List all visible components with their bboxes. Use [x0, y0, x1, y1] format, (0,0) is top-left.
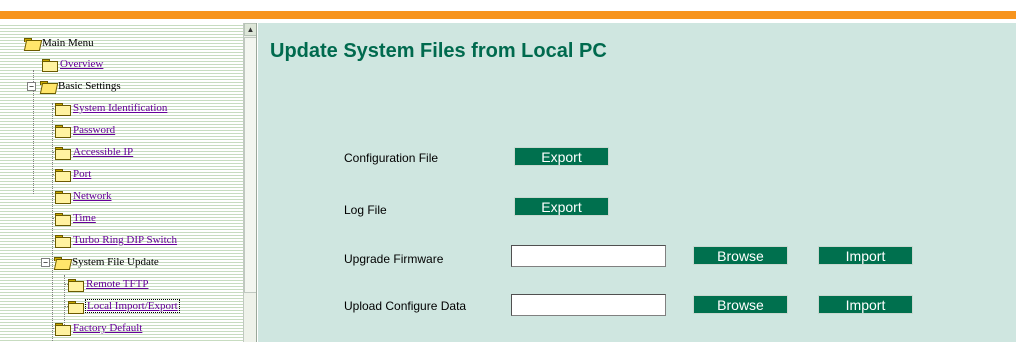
- tree-item-main-menu[interactable]: Main Menu: [24, 35, 94, 51]
- tree-link[interactable]: Overview: [60, 58, 103, 70]
- tree-link[interactable]: Remote TFTP: [86, 278, 148, 290]
- configuration-file-label: Configuration File: [344, 151, 439, 165]
- folder-icon: [42, 58, 58, 72]
- folder-icon: [55, 124, 71, 138]
- tree-link-selected[interactable]: Local Import/Export: [85, 299, 180, 313]
- tree-link[interactable]: Turbo Ring DIP Switch: [73, 234, 177, 246]
- tree-item-turbo-ring-dip-switch[interactable]: Turbo Ring DIP Switch: [55, 232, 177, 248]
- tree-item-overview[interactable]: Overview: [42, 56, 103, 72]
- open-folder-icon: [40, 80, 55, 92]
- open-folder-icon: [54, 256, 69, 268]
- scroll-up-icon[interactable]: ▲: [244, 23, 256, 36]
- tree-scrollbar[interactable]: ▲: [243, 23, 256, 342]
- navigation-tree-panel: Main Menu Overview − Basic Settings Syst…: [0, 23, 257, 342]
- upgrade-firmware-label: Upgrade Firmware: [344, 252, 444, 266]
- tree-item-port[interactable]: Port: [55, 166, 91, 182]
- page-title: Update System Files from Local PC: [270, 40, 607, 62]
- export-log-button[interactable]: Export: [514, 197, 609, 216]
- collapse-toggle-icon[interactable]: −: [41, 257, 50, 267]
- navigation-tree: Main Menu Overview − Basic Settings Syst…: [0, 23, 243, 342]
- tree-item-remote-tftp[interactable]: Remote TFTP: [68, 276, 148, 292]
- tree-item-password[interactable]: Password: [55, 122, 115, 138]
- orange-accent-bar: [0, 11, 1016, 19]
- firmware-file-field[interactable]: [511, 245, 666, 267]
- tree-item-accessible-ip[interactable]: Accessible IP: [55, 144, 133, 160]
- browse-firmware-button[interactable]: Browse: [693, 246, 788, 265]
- tree-item-label: Basic Settings: [58, 80, 121, 92]
- browse-config-button[interactable]: Browse: [693, 295, 788, 314]
- tree-link[interactable]: Time: [73, 212, 96, 224]
- main-content: Update System Files from Local PC Config…: [258, 23, 1016, 342]
- tree-link[interactable]: Password: [73, 124, 115, 136]
- folder-icon: [55, 168, 71, 182]
- open-folder-icon: [24, 37, 39, 49]
- tree-link[interactable]: Accessible IP: [73, 146, 133, 158]
- folder-icon: [55, 322, 71, 336]
- tree-item-local-import-export[interactable]: Local Import/Export: [68, 298, 180, 314]
- log-file-label: Log File: [344, 203, 387, 217]
- folder-icon: [55, 212, 71, 226]
- tree-link[interactable]: Factory Default: [73, 322, 142, 334]
- folder-icon: [55, 234, 71, 248]
- tree-item-factory-default[interactable]: Factory Default: [55, 320, 142, 336]
- folder-icon: [68, 278, 84, 292]
- upload-configure-data-label: Upload Configure Data: [344, 299, 467, 313]
- tree-line: [52, 103, 53, 342]
- folder-icon: [55, 102, 71, 116]
- folder-icon: [55, 190, 71, 204]
- export-config-button[interactable]: Export: [514, 147, 609, 166]
- tree-item-system-file-update[interactable]: − System File Update: [41, 254, 159, 270]
- collapse-toggle-icon[interactable]: −: [27, 81, 36, 91]
- config-data-file-field[interactable]: [511, 294, 666, 316]
- tree-link[interactable]: Network: [73, 190, 112, 202]
- tree-item-time[interactable]: Time: [55, 210, 96, 226]
- tree-item-label: Main Menu: [42, 37, 94, 49]
- scrollbar-thumb[interactable]: [244, 37, 256, 293]
- import-firmware-button[interactable]: Import: [818, 246, 913, 265]
- folder-icon: [68, 300, 84, 314]
- tree-link[interactable]: System Identification: [73, 102, 167, 114]
- tree-item-label: System File Update: [72, 256, 159, 268]
- tree-link[interactable]: Port: [73, 168, 91, 180]
- tree-item-basic-settings[interactable]: − Basic Settings: [27, 78, 121, 94]
- tree-item-network[interactable]: Network: [55, 188, 112, 204]
- folder-icon: [55, 146, 71, 160]
- tree-item-system-identification[interactable]: System Identification: [55, 100, 167, 116]
- import-config-button[interactable]: Import: [818, 295, 913, 314]
